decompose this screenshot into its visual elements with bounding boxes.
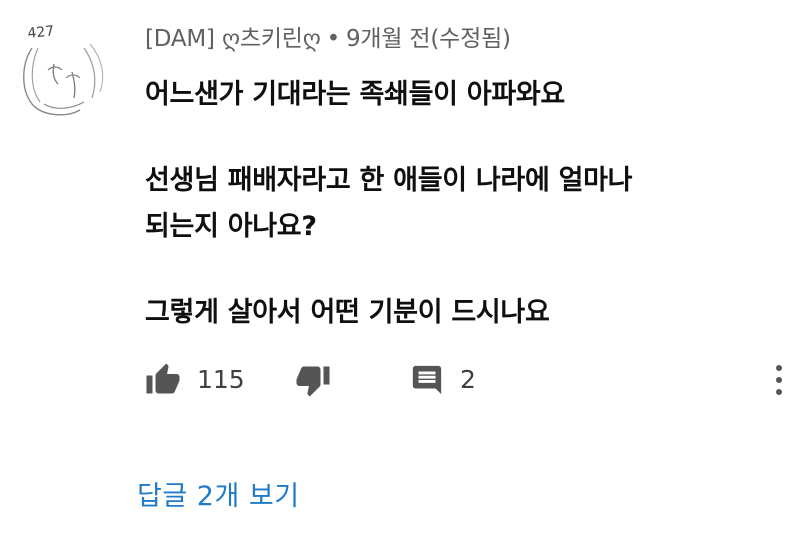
dislike-button[interactable] bbox=[295, 358, 331, 402]
comment-action-bar: 115 2 bbox=[145, 358, 795, 402]
comment-line: 되는지 아나요? bbox=[145, 211, 317, 242]
thumbs-down-icon bbox=[296, 366, 330, 397]
comment-line: 어느샌가 기대라는 족쇄들이 아파와요 bbox=[145, 79, 565, 110]
comment-header: [DAM] ღ츠키린ღ • 9개월 전(수정됨) bbox=[145, 22, 511, 56]
view-replies-link[interactable]: 답글 2개 보기 bbox=[137, 475, 300, 519]
avatar-scribble-text: 427 bbox=[27, 23, 55, 42]
sketch-avatar-icon: 427 bbox=[23, 23, 104, 116]
like-button[interactable] bbox=[145, 358, 181, 402]
comment-line: 그렇게 살아서 어떤 기분이 드시나요 bbox=[145, 297, 550, 328]
author-name[interactable]: [DAM] ღ츠키린ღ bbox=[145, 26, 321, 52]
more-options-button[interactable] bbox=[769, 358, 789, 402]
avatar[interactable]: 427 bbox=[14, 18, 110, 120]
thumbs-up-icon bbox=[146, 363, 180, 394]
like-count: 115 bbox=[197, 365, 245, 394]
more-vertical-icon bbox=[776, 365, 782, 395]
comment-thread: 427 [DAM] ღ츠키린ღ • 9개월 전(수정됨) 어느샌가 기대라는 족쇄들… bbox=[0, 0, 805, 536]
comment-icon bbox=[412, 365, 442, 395]
timestamp[interactable]: 9개월 전(수정됨) bbox=[346, 26, 511, 52]
comment-line: 선생님 패배자라고 한 애들이 나라에 얼마나 bbox=[145, 165, 633, 196]
separator-dot: • bbox=[326, 26, 341, 52]
comment-body: 어느샌가 기대라는 족쇄들이 아파와요 선생님 패배자라고 한 애들이 나라에 … bbox=[145, 72, 785, 336]
reply-button[interactable] bbox=[410, 358, 444, 402]
reply-count: 2 bbox=[460, 365, 476, 394]
